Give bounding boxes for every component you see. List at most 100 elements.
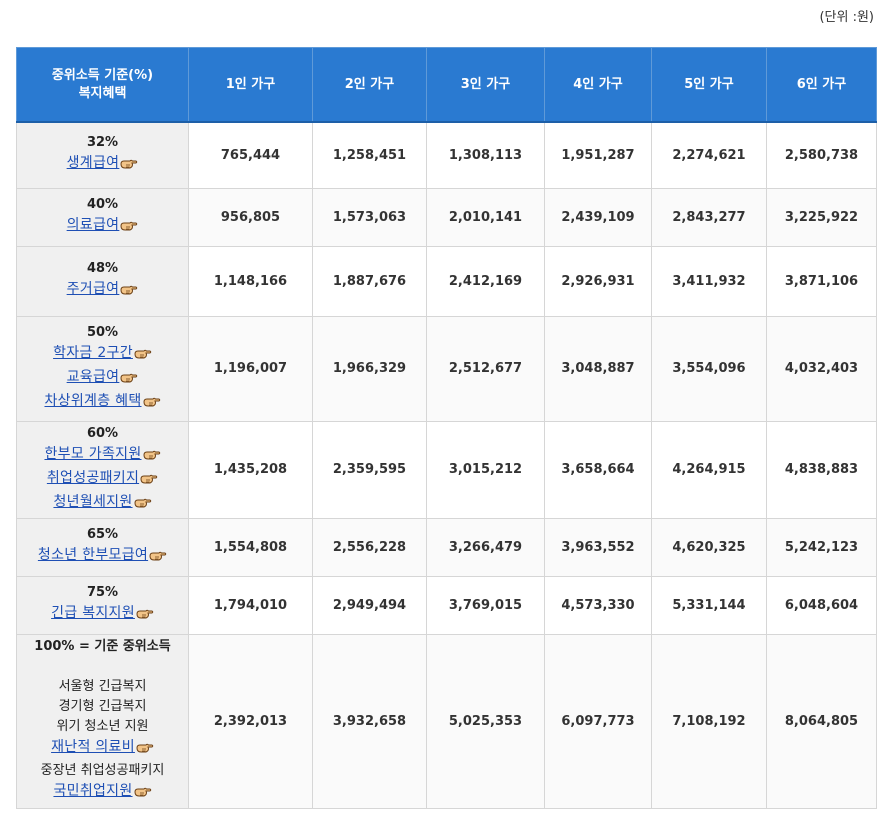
- benefit-link[interactable]: 생계급여: [67, 155, 120, 171]
- percent-label: 75%: [86, 585, 119, 600]
- row-label-cell: 50% 학자금 2구간교육급여차상위계층 혜택: [16, 315, 189, 422]
- income-value-cell: 1,554,808: [188, 517, 313, 577]
- row-label-cell: 48% 주거급여: [16, 245, 189, 317]
- pointing-hand-icon: [136, 607, 154, 627]
- income-value-cell: 5,025,353: [426, 633, 545, 809]
- benefit-text: 서울형 긴급복지: [58, 679, 147, 694]
- income-value-cell: 2,274,621: [651, 121, 767, 189]
- percent-label: 65%: [86, 527, 119, 542]
- benefit-link[interactable]: 의료급여: [67, 217, 120, 233]
- pointing-hand-icon: [140, 472, 158, 492]
- income-value-cell: 8,064,805: [766, 633, 877, 809]
- income-value-cell: 1,966,329: [312, 315, 427, 422]
- column-header: 3인 가구: [426, 47, 545, 123]
- benefit-link-line: 국민취업지원: [17, 781, 188, 805]
- pointing-hand-icon: [134, 496, 152, 516]
- benefit-link[interactable]: 긴급 복지지원: [51, 605, 135, 621]
- column-header: 2인 가구: [312, 47, 427, 123]
- income-value-cell: 1,435,208: [188, 420, 313, 519]
- header-row: 중위소득 기준(%) 복지혜택 1인 가구 2인 가구 3인 가구 4인 가구 …: [16, 47, 877, 123]
- benefit-link[interactable]: 교육급여: [67, 369, 120, 385]
- pointing-hand-icon: [136, 741, 154, 761]
- income-value-cell: 1,951,287: [544, 121, 652, 189]
- benefit-link-line: 학자금 2구간: [17, 343, 188, 367]
- table-row: 50% 학자금 2구간교육급여차상위계층 혜택 1,196,007 1,966,329…: [16, 315, 877, 422]
- benefit-link[interactable]: 차상위계층 혜택: [44, 393, 141, 409]
- income-value-cell: 3,411,932: [651, 245, 767, 317]
- benefit-link[interactable]: 청년월세지원: [53, 494, 132, 510]
- benefit-link[interactable]: 주거급여: [67, 281, 120, 297]
- income-value-cell: 765,444: [188, 121, 313, 189]
- benefit-text: 경기형 긴급복지: [58, 699, 147, 714]
- pointing-hand-icon: [149, 549, 167, 569]
- benefit-link-line: 한부모 가족지원: [17, 444, 188, 468]
- income-value-cell: 6,048,604: [766, 575, 877, 635]
- percent-label: 50%: [86, 324, 119, 340]
- benefit-link[interactable]: 학자금 2구간: [53, 345, 133, 361]
- income-value-cell: 3,015,212: [426, 420, 545, 519]
- benefit-link[interactable]: 청소년 한부모급여: [38, 547, 148, 563]
- income-value-cell: 3,769,015: [426, 575, 545, 635]
- income-value-cell: 956,805: [188, 187, 313, 247]
- income-value-cell: 3,658,664: [544, 420, 652, 519]
- percent-label: 32%: [86, 135, 119, 151]
- benefit-link-line: 주거급여: [17, 279, 188, 303]
- income-value-cell: 5,242,123: [766, 517, 877, 577]
- income-value-cell: 4,838,883: [766, 420, 877, 519]
- income-value-cell: 1,308,113: [426, 121, 545, 189]
- corner-header-line: 복지혜택: [78, 85, 127, 101]
- benefit-link-line: 생계급여: [17, 153, 188, 177]
- benefit-link[interactable]: 한부모 가족지원: [44, 446, 141, 462]
- row-label-cell: 32% 생계급여: [16, 121, 189, 189]
- percent-label: 40%: [86, 197, 119, 212]
- income-value-cell: 1,148,166: [188, 245, 313, 317]
- corner-header-line: 중위소득 기준(%): [51, 67, 154, 83]
- income-value-cell: 3,932,658: [312, 633, 427, 809]
- pointing-hand-icon: [120, 283, 138, 303]
- benefit-link-line: 의료급여: [17, 215, 188, 239]
- income-value-cell: 2,392,013: [188, 633, 313, 809]
- benefit-text: 중장년 취업성공패키지: [40, 763, 165, 778]
- table-row: 60% 한부모 가족지원 취업성공패키지 청년월세지원 1,435,208 2,359,5…: [16, 420, 877, 519]
- benefit-link-line: 청년월세지원: [17, 492, 188, 516]
- pointing-hand-icon: [142, 395, 161, 415]
- table-row: 75% 긴급 복지지원 1,794,010 2,949,494 3,769,015 4,5…: [16, 575, 877, 635]
- column-header: 4인 가구: [544, 47, 652, 123]
- pointing-hand-icon: [120, 157, 138, 177]
- row-label-cell: 100% = 기준 중위소득 서울형 긴급복지 경기형 긴급복지 위기 청소년 지원 재…: [16, 633, 189, 809]
- income-value-cell: 3,048,887: [544, 315, 652, 422]
- pointing-hand-icon: [134, 785, 152, 805]
- income-value-cell: 1,196,007: [188, 315, 313, 422]
- income-value-cell: 1,258,451: [312, 121, 427, 189]
- income-value-cell: 5,331,144: [651, 575, 767, 635]
- column-header: 5인 가구: [651, 47, 767, 123]
- income-value-cell: 1,573,063: [312, 187, 427, 247]
- income-value-cell: 3,225,922: [766, 187, 877, 247]
- benefit-link-line: 취업성공패키지: [17, 468, 188, 492]
- pointing-hand-icon: [134, 347, 152, 367]
- table-row: 40% 의료급여 956,805 1,573,063 2,010,141 2,439,10…: [16, 187, 877, 247]
- pointing-hand-icon: [142, 448, 161, 468]
- percent-label: 48%: [86, 261, 119, 276]
- income-value-cell: 2,843,277: [651, 187, 767, 247]
- percent-label: 60%: [86, 425, 119, 441]
- income-value-cell: 2,556,228: [312, 517, 427, 577]
- median-income-table: 중위소득 기준(%) 복지혜택 1인 가구 2인 가구 3인 가구 4인 가구 …: [16, 47, 877, 809]
- row-label-cell: 40% 의료급여: [16, 187, 189, 247]
- table-row: 32% 생계급여 765,444 1,258,451 1,308,113 1,951,28…: [16, 121, 877, 189]
- income-value-cell: 3,266,479: [426, 517, 545, 577]
- income-value-cell: 4,620,325: [651, 517, 767, 577]
- benefit-link[interactable]: 재난적 의료비: [51, 739, 135, 755]
- income-value-cell: 2,010,141: [426, 187, 545, 247]
- income-value-cell: 4,032,403: [766, 315, 877, 422]
- benefit-link[interactable]: 국민취업지원: [53, 783, 132, 799]
- income-value-cell: 2,512,677: [426, 315, 545, 422]
- row-label-cell: 65% 청소년 한부모급여: [16, 517, 189, 577]
- income-value-cell: 4,573,330: [544, 575, 652, 635]
- row-label-cell: 75% 긴급 복지지원: [16, 575, 189, 635]
- income-value-cell: 7,108,192: [651, 633, 767, 809]
- income-value-cell: 3,963,552: [544, 517, 652, 577]
- row-label-cell: 60% 한부모 가족지원취업성공패키지청년월세지원: [16, 420, 189, 519]
- benefit-link[interactable]: 취업성공패키지: [47, 470, 139, 486]
